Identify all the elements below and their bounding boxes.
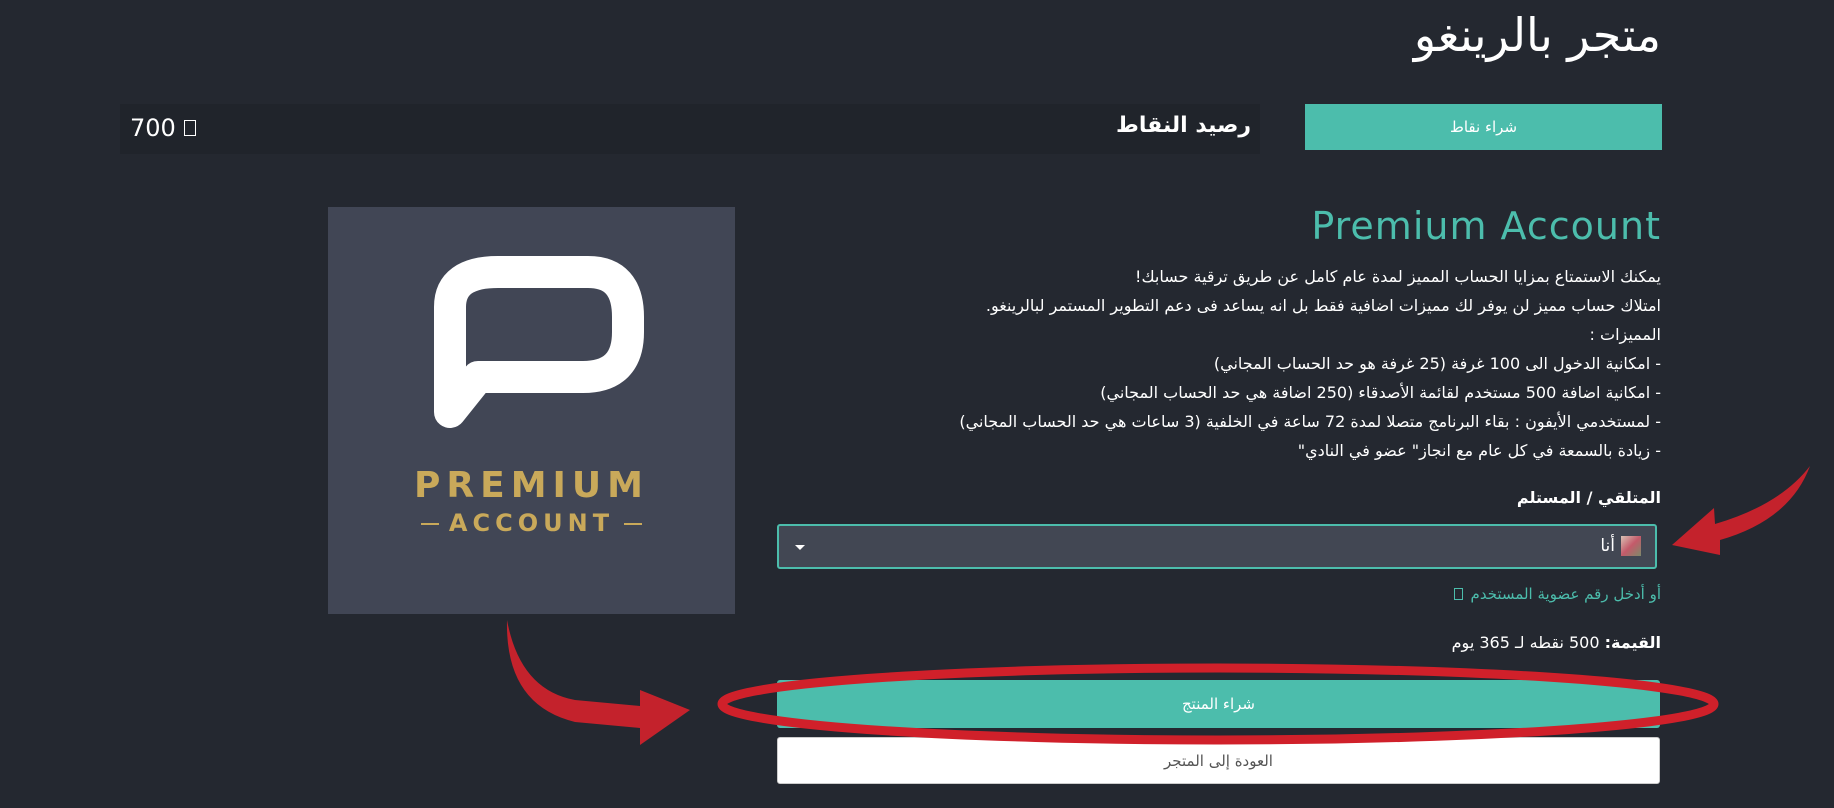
back-to-store-button[interactable]: العودة إلى المتجر xyxy=(777,737,1660,784)
points-balance-label: رصيد النقاط xyxy=(1116,113,1251,138)
recipient-select[interactable]: أنا xyxy=(777,524,1657,569)
description-line: - امكانية الدخول الى 100 غرفة (25 غرفة ه… xyxy=(1213,354,1661,373)
description-line: - زيادة بالسمعة في كل عام مع انجاز" عضو … xyxy=(1297,441,1661,460)
premium-text: PREMIUM xyxy=(414,465,649,506)
dash-left xyxy=(420,523,439,525)
arrow-to-recipient-select xyxy=(1672,466,1810,555)
product-description: يمكنك الاستمتاع بمزايا الحساب المميز لمد… xyxy=(861,262,1661,465)
chevron-down-icon xyxy=(795,545,805,550)
dash-right xyxy=(624,523,643,525)
description-line: المميزات : xyxy=(1589,325,1661,344)
enter-member-id-link[interactable]: أو أدخل رقم عضوية المستخدم xyxy=(1453,585,1661,603)
coin-icon xyxy=(183,120,196,136)
product-title: Premium Account xyxy=(1311,204,1661,248)
recipient-selected-value: أنا xyxy=(1600,536,1615,556)
account-text: ACCOUNT xyxy=(448,509,615,537)
palringo-logo-icon xyxy=(434,256,644,428)
buy-points-button[interactable]: شراء نقاط xyxy=(1305,104,1662,150)
buy-product-button[interactable]: شراء المنتج xyxy=(777,680,1660,728)
description-line: يمكنك الاستمتاع بمزايا الحساب المميز لمد… xyxy=(1135,267,1661,286)
account-text-row: ACCOUNT xyxy=(328,509,735,537)
arrow-to-buy-button xyxy=(506,620,690,745)
points-balance-bar xyxy=(120,104,1260,154)
avatar xyxy=(1621,536,1641,556)
member-link-label: أو أدخل رقم عضوية المستخدم xyxy=(1470,585,1661,603)
store-title: متجر بالرينغو xyxy=(1413,8,1661,62)
price: القيمة: 500 نقطه لـ 365 يوم xyxy=(1452,633,1661,652)
description-line: - لمستخدمي الأيفون : بقاء البرنامج متصلا… xyxy=(959,412,1661,431)
price-label: القيمة: xyxy=(1604,633,1661,652)
external-link-icon xyxy=(1453,588,1463,600)
points-balance-number: 700 xyxy=(130,114,176,142)
product-image: PREMIUM ACCOUNT xyxy=(328,207,735,614)
description-line: - امكانية اضافة 500 مستخدم لقائمة الأصدق… xyxy=(1100,383,1661,402)
description-line: امتلاك حساب مميز لن يوفر لك مميزات اضافي… xyxy=(985,296,1661,315)
price-value: 500 نقطه لـ 365 يوم xyxy=(1451,633,1600,652)
points-balance-value: 700 xyxy=(130,114,196,142)
recipient-label: المتلقي / المستلم xyxy=(1516,488,1661,507)
